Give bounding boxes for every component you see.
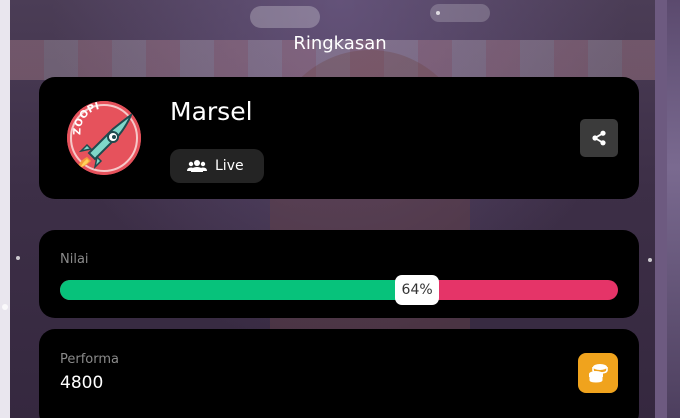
users-icon bbox=[187, 160, 207, 172]
mode-badge: Live bbox=[170, 149, 264, 183]
score-progress-fill bbox=[60, 280, 418, 300]
score-progress-bar: 64% bbox=[60, 275, 618, 305]
score-card: Nilai 64% bbox=[39, 230, 639, 318]
performance-card: Performa 4800 bbox=[39, 329, 639, 418]
mode-label: Live bbox=[215, 158, 244, 174]
player-name: Marsel bbox=[170, 97, 253, 126]
score-label: Nilai bbox=[60, 252, 89, 267]
score-percent-badge: 64% bbox=[395, 275, 440, 305]
avatar: ZOOPI bbox=[67, 101, 141, 175]
page-title: Ringkasan bbox=[293, 33, 387, 54]
share-button[interactable] bbox=[580, 119, 618, 157]
profile-card: ZOOPI Marsel Live bbox=[39, 77, 639, 199]
share-icon bbox=[592, 130, 606, 146]
performance-value: 4800 bbox=[60, 373, 104, 393]
coins-icon bbox=[578, 353, 618, 393]
svg-text:ZOOPI: ZOOPI bbox=[72, 101, 100, 135]
performance-label: Performa bbox=[60, 352, 119, 367]
